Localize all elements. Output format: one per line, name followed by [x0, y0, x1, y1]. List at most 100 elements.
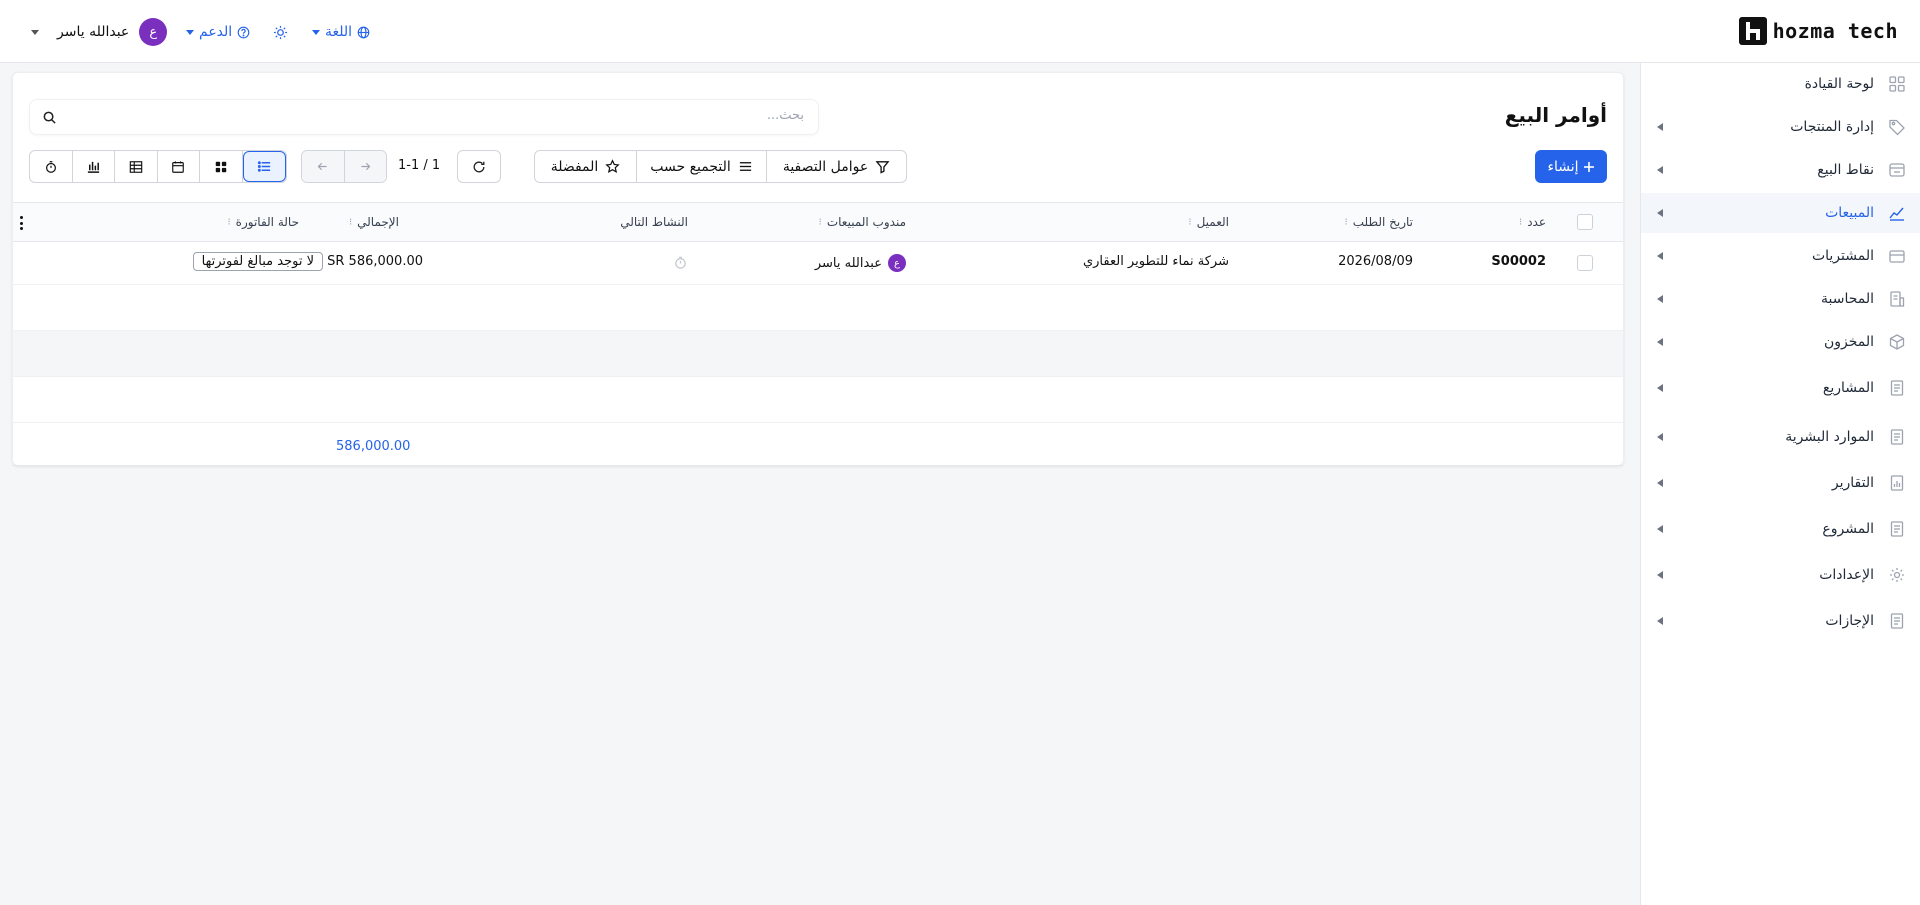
- column-options-icon[interactable]: [19, 216, 23, 230]
- sidebar-item-label: لوحة القيادة: [1804, 76, 1874, 92]
- gear-icon: [1888, 566, 1906, 584]
- column-label: الإجمالي: [357, 215, 399, 229]
- column-label: عدد: [1527, 215, 1546, 229]
- sidebar-item-purchases[interactable]: المشتريات: [1641, 236, 1920, 276]
- column-order-date[interactable]: تاريخ الطلب ⁝: [1345, 215, 1413, 229]
- view-list-button[interactable]: [242, 151, 286, 182]
- view-pivot-button[interactable]: [115, 151, 158, 182]
- column-label: حالة الفاتورة: [235, 215, 299, 229]
- sidebar-item-hr[interactable]: الموارد البشرية: [1641, 417, 1920, 457]
- column-customer[interactable]: العميل ⁝: [1188, 215, 1229, 229]
- refresh-button[interactable]: [457, 150, 501, 183]
- order-total: SR 586,000.00: [327, 254, 423, 269]
- sidebar-item-pos[interactable]: نقاط البيع: [1641, 150, 1920, 190]
- column-next-activity[interactable]: النشاط التالي: [620, 215, 688, 229]
- list-icon: [257, 159, 272, 174]
- view-switcher: [29, 150, 287, 183]
- create-button[interactable]: إنشاء: [1535, 150, 1607, 183]
- sidebar-item-products[interactable]: إدارة المنتجات: [1641, 107, 1920, 147]
- sort-icon: ⁝: [1519, 216, 1523, 228]
- sidebar-item-label: الموارد البشرية: [1785, 429, 1874, 445]
- empty-row: [13, 331, 1623, 377]
- sidebar-item-reports[interactable]: التقارير: [1641, 463, 1920, 503]
- order-total-value: SR 586,000.00: [327, 254, 423, 269]
- sidebar-item-projects[interactable]: المشاريع: [1641, 368, 1920, 408]
- sidebar-item-settings[interactable]: الإعدادات: [1641, 555, 1920, 595]
- sidebar-item-project[interactable]: المشروع: [1641, 509, 1920, 549]
- salesperson-name: عبدالله ياسر: [814, 255, 882, 271]
- document-icon: [1888, 428, 1906, 446]
- star-icon: [605, 159, 620, 174]
- view-activity-button[interactable]: [30, 151, 73, 182]
- row-checkbox[interactable]: [1577, 255, 1593, 271]
- support-menu[interactable]: الدعم: [186, 20, 250, 44]
- salesperson: ع عبدالله ياسر: [815, 254, 906, 272]
- filters-label: عوامل التصفية: [782, 158, 869, 175]
- caret-left-icon: [1657, 384, 1663, 392]
- select-all-checkbox[interactable]: [1577, 214, 1593, 230]
- create-label: إنشاء: [1547, 158, 1579, 175]
- view-graph-button[interactable]: [73, 151, 115, 182]
- column-total[interactable]: الإجمالي ⁝: [349, 215, 399, 229]
- group-by-label: التجميع حسب: [650, 158, 731, 175]
- sort-icon: ⁝: [818, 216, 822, 228]
- filters-button[interactable]: عوامل التصفية: [766, 151, 906, 182]
- filter-icon: [875, 159, 890, 174]
- avatar: ع: [139, 18, 168, 46]
- empty-row: [13, 377, 1623, 423]
- favorites-button[interactable]: المفضلة: [535, 151, 636, 182]
- report-icon: [1888, 474, 1906, 492]
- next-page-button[interactable]: [344, 151, 386, 182]
- column-invoice-status[interactable]: حالة الفاتورة ⁝: [227, 215, 299, 229]
- sidebar-item-dashboard[interactable]: لوحة القيادة: [1641, 64, 1920, 104]
- view-kanban-button[interactable]: [200, 151, 243, 182]
- caret-left-icon: [1657, 617, 1663, 625]
- ledger-icon: [1888, 290, 1906, 308]
- column-salesperson[interactable]: مندوب المبيعات ⁝: [819, 215, 906, 229]
- grid-icon: [214, 160, 228, 174]
- theme-toggle[interactable]: [273, 20, 288, 44]
- column-number[interactable]: عدد ⁝: [1519, 215, 1546, 229]
- sort-icon: ⁝: [1188, 216, 1192, 228]
- plus-icon: [1583, 161, 1595, 173]
- caret-left-icon: [1657, 571, 1663, 579]
- sidebar-item-label: الإعدادات: [1819, 567, 1874, 583]
- search-icon[interactable]: [42, 110, 58, 126]
- search-input[interactable]: [104, 108, 804, 123]
- search-bar: [29, 99, 819, 135]
- caret-left-icon: [1657, 252, 1663, 260]
- page-title: أوامر البيع: [1504, 103, 1607, 127]
- sort-icon: ⁝: [227, 216, 231, 228]
- prev-page-button[interactable]: [302, 151, 345, 182]
- sidebar-item-inventory[interactable]: المخزون: [1641, 322, 1920, 362]
- table-row[interactable]: S00002 2026/08/09 شركة نماء للتطوير العق…: [13, 242, 1623, 285]
- view-calendar-button[interactable]: [158, 151, 200, 182]
- caret-left-icon: [1657, 479, 1663, 487]
- status-badge: لا توجد مبالغ لفوترتها: [192, 252, 323, 271]
- order-date: 2026/08/09: [1338, 254, 1413, 269]
- user-menu[interactable]: ع عبدالله ياسر: [31, 18, 168, 46]
- brand-logo[interactable]: hozma tech: [1738, 17, 1898, 45]
- top-bar: hozma tech اللغة الدعم ع عبدالله ياسر: [0, 0, 1920, 63]
- sidebar-item-label: المشتريات: [1811, 248, 1874, 264]
- dashboard-icon: [1888, 75, 1906, 93]
- empty-row: [13, 285, 1623, 331]
- sum-total: 586,000.00: [336, 439, 411, 454]
- pager-value[interactable]: 1-1 / 1: [398, 158, 440, 173]
- caret-left-icon: [1657, 525, 1663, 533]
- sales-orders-panel: أوامر البيع إنشاء عوامل التصفية التجميع …: [12, 72, 1624, 466]
- column-label: تاريخ الطلب: [1352, 215, 1413, 229]
- sidebar-item-accounting[interactable]: المحاسبة: [1641, 279, 1920, 319]
- chevron-down-icon: [186, 29, 194, 35]
- sidebar-item-leaves[interactable]: الإجازات: [1641, 601, 1920, 641]
- language-menu[interactable]: اللغة: [312, 20, 370, 44]
- sidebar-item-label: نقاط البيع: [1817, 162, 1874, 178]
- wallet-icon: [1888, 247, 1906, 265]
- brand-name: hozma tech: [1772, 19, 1898, 43]
- group-by-button[interactable]: التجميع حسب: [636, 151, 766, 182]
- sidebar-item-sales[interactable]: المبيعات: [1641, 193, 1920, 233]
- document-icon: [1888, 612, 1906, 630]
- column-label: مندوب المبيعات: [826, 215, 906, 229]
- sort-icon: ⁝: [348, 216, 353, 228]
- activity-clock-icon[interactable]: [673, 255, 688, 270]
